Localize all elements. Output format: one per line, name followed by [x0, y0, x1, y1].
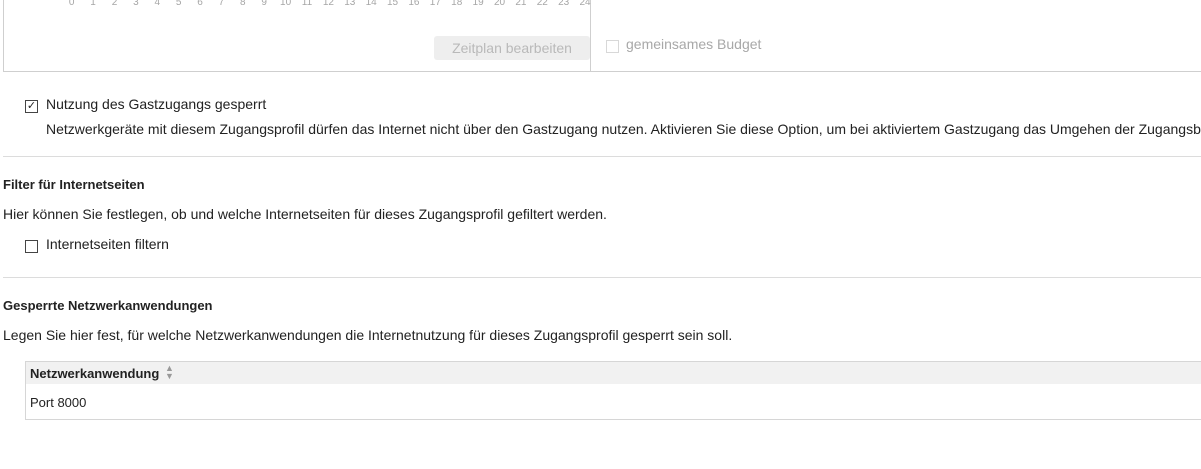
hour-label: 14	[365, 0, 377, 8]
hour-label: 17	[429, 0, 441, 8]
sort-icon[interactable]: ▲ ▼	[165, 364, 174, 381]
table-header: Netzwerkanwendung ▲ ▼	[26, 362, 1201, 384]
blocked-apps-heading: Gesperrte Netzwerkanwendungen	[3, 298, 213, 313]
hour-label: 2	[111, 0, 118, 8]
shared-budget-checkbox[interactable]	[606, 40, 619, 53]
edit-schedule-button[interactable]: Zeitplan bearbeiten	[434, 36, 590, 60]
hour-label: 7	[218, 0, 225, 8]
hour-label: 6	[197, 0, 203, 8]
hour-label: 12	[322, 0, 334, 8]
guest-access-description: Netzwerkgeräte mit diesem Zugangsprofil …	[46, 121, 1201, 137]
hour-label: 1	[90, 0, 96, 8]
hour-label: 13	[344, 0, 356, 8]
blocked-apps-table: Netzwerkanwendung ▲ ▼ Port 8000	[25, 361, 1201, 420]
table-row[interactable]: Port 8000	[30, 395, 86, 410]
web-filter-heading: Filter für Internetseiten	[3, 177, 145, 192]
hour-label: 8	[240, 0, 246, 8]
hour-label: 10	[280, 0, 292, 8]
hour-label: 24	[579, 0, 591, 8]
hour-label: 0	[68, 0, 75, 8]
hour-label: 18	[451, 0, 463, 8]
hour-label: 11	[301, 0, 313, 8]
hour-label: 23	[558, 0, 570, 8]
guest-access-blocked-label: Nutzung des Gastzugangs gesperrt	[46, 96, 267, 112]
section-divider	[3, 277, 1201, 278]
hour-label: 4	[154, 0, 161, 8]
web-filter-label: Internetseiten filtern	[46, 236, 169, 252]
hour-label: 22	[536, 0, 548, 8]
section-divider	[3, 156, 1201, 157]
column-header-network-application[interactable]: Netzwerkanwendung	[30, 366, 159, 381]
web-filter-description: Hier können Sie festlegen, ob und welche…	[3, 206, 607, 222]
hour-label: 20	[493, 0, 506, 8]
web-filter-checkbox[interactable]	[25, 240, 38, 253]
guest-access-blocked-checkbox[interactable]: ✓	[25, 100, 38, 113]
schedule-panel-divider	[590, 0, 591, 71]
hour-label: 3	[133, 0, 139, 8]
hour-label: 5	[175, 0, 182, 8]
hour-label: 19	[472, 0, 484, 8]
hour-label: 9	[261, 0, 267, 8]
blocked-apps-description: Legen Sie hier fest, für welche Netzwerk…	[3, 327, 733, 343]
hour-label: 16	[408, 0, 420, 8]
hour-axis: 0 1 2 3 4 5 6 7 8 9 10 11 12 13 14 15 16…	[61, 0, 596, 9]
schedule-panel	[3, 0, 1201, 72]
hour-label: 15	[386, 0, 399, 8]
checkmark-icon: ✓	[26, 100, 37, 112]
shared-budget-label: gemeinsames Budget	[626, 36, 762, 52]
hour-label: 21	[515, 0, 527, 8]
